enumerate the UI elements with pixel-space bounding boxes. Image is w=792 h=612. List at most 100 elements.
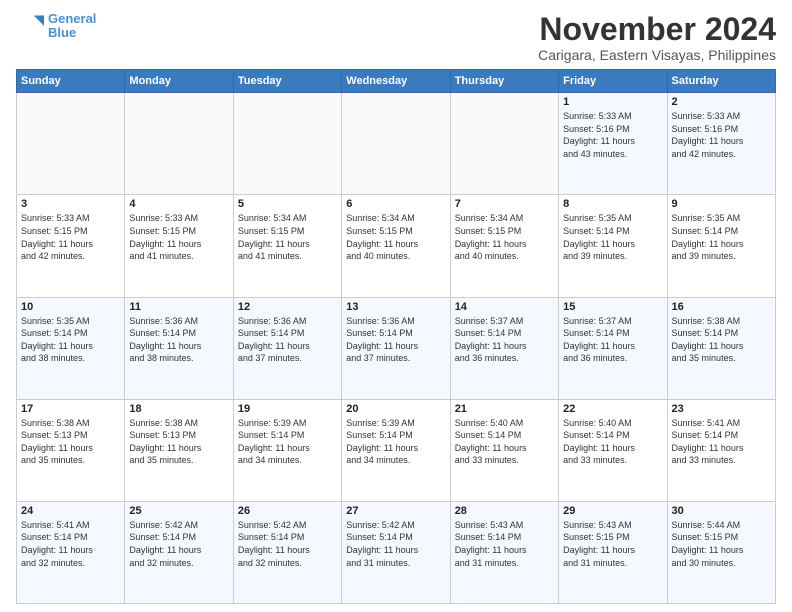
day-cell: 16 Sunrise: 5:38 AM Sunset: 5:14 PM Dayli… (667, 297, 775, 399)
logo-line2: Blue (48, 25, 76, 40)
day-cell: 29Sunrise: 5:43 AM Sunset: 5:15 PM Dayli… (559, 501, 667, 603)
day-cell: 19 Sunrise: 5:39 AM Sunset: 5:14 PM Dayli… (233, 399, 341, 501)
day-info: Sunrise: 5:36 AM Sunset: 5:14 PM Dayligh… (346, 315, 445, 365)
day-cell (342, 93, 450, 195)
col-header-monday: Monday (125, 70, 233, 93)
day-cell: 25 Sunrise: 5:42 AM Sunset: 5:14 PM Dayli… (125, 501, 233, 603)
day-cell: 21Sunrise: 5:40 AM Sunset: 5:14 PM Dayli… (450, 399, 558, 501)
day-number: 24 (21, 505, 120, 517)
day-cell (233, 93, 341, 195)
day-number: 26 (238, 505, 337, 517)
day-number: 4 (129, 198, 228, 210)
title-block: November 2024 Carigara, Eastern Visayas,… (538, 12, 776, 63)
day-info: Sunrise: 5:42 AM Sunset: 5:14 PM Dayligh… (238, 519, 337, 569)
day-number: 8 (563, 198, 662, 210)
day-info: Sunrise: 5:37 AM Sunset: 5:14 PM Dayligh… (455, 315, 554, 365)
day-info: Sunrise: 5:44 AM Sunset: 5:15 PM Dayligh… (672, 519, 771, 569)
day-cell: 9Sunrise: 5:35 AM Sunset: 5:14 PM Daylig… (667, 195, 775, 297)
day-info: Sunrise: 5:34 AM Sunset: 5:15 PM Dayligh… (455, 212, 554, 262)
day-number: 7 (455, 198, 554, 210)
day-cell: 17 Sunrise: 5:38 AM Sunset: 5:13 PM Dayli… (17, 399, 125, 501)
day-number: 5 (238, 198, 337, 210)
day-cell (450, 93, 558, 195)
day-cell: 4 Sunrise: 5:33 AM Sunset: 5:15 PM Daylig… (125, 195, 233, 297)
day-number: 20 (346, 403, 445, 415)
day-cell: 15 Sunrise: 5:37 AM Sunset: 5:14 PM Dayli… (559, 297, 667, 399)
week-row-4: 17 Sunrise: 5:38 AM Sunset: 5:13 PM Dayli… (17, 399, 776, 501)
day-number: 3 (21, 198, 120, 210)
week-row-3: 10 Sunrise: 5:35 AM Sunset: 5:14 PM Dayli… (17, 297, 776, 399)
day-info: Sunrise: 5:33 AM Sunset: 5:15 PM Dayligh… (129, 212, 228, 262)
day-cell: 26 Sunrise: 5:42 AM Sunset: 5:14 PM Dayli… (233, 501, 341, 603)
day-info: Sunrise: 5:35 AM Sunset: 5:14 PM Dayligh… (563, 212, 662, 262)
col-header-sunday: Sunday (17, 70, 125, 93)
day-number: 10 (21, 301, 120, 313)
day-info: Sunrise: 5:35 AM Sunset: 5:14 PM Dayligh… (21, 315, 120, 365)
day-cell: 13 Sunrise: 5:36 AM Sunset: 5:14 PM Dayli… (342, 297, 450, 399)
col-header-tuesday: Tuesday (233, 70, 341, 93)
day-cell (125, 93, 233, 195)
day-cell: 5Sunrise: 5:34 AM Sunset: 5:15 PM Daylig… (233, 195, 341, 297)
day-number: 14 (455, 301, 554, 313)
day-info: Sunrise: 5:33 AM Sunset: 5:16 PM Dayligh… (672, 110, 771, 160)
day-info: Sunrise: 5:39 AM Sunset: 5:14 PM Dayligh… (346, 417, 445, 467)
day-number: 1 (563, 96, 662, 108)
col-header-friday: Friday (559, 70, 667, 93)
week-row-2: 3 Sunrise: 5:33 AM Sunset: 5:15 PM Daylig… (17, 195, 776, 297)
day-cell: 10 Sunrise: 5:35 AM Sunset: 5:14 PM Dayli… (17, 297, 125, 399)
day-number: 16 (672, 301, 771, 313)
day-number: 19 (238, 403, 337, 415)
day-info: Sunrise: 5:33 AM Sunset: 5:16 PM Dayligh… (563, 110, 662, 160)
day-number: 22 (563, 403, 662, 415)
col-header-wednesday: Wednesday (342, 70, 450, 93)
day-info: Sunrise: 5:41 AM Sunset: 5:14 PM Dayligh… (21, 519, 120, 569)
day-cell: 7 Sunrise: 5:34 AM Sunset: 5:15 PM Daylig… (450, 195, 558, 297)
day-cell: 6Sunrise: 5:34 AM Sunset: 5:15 PM Daylig… (342, 195, 450, 297)
logo-line1: General (48, 11, 96, 26)
header: General Blue November 2024 Carigara, Eas… (16, 12, 776, 63)
day-info: Sunrise: 5:42 AM Sunset: 5:14 PM Dayligh… (129, 519, 228, 569)
day-info: Sunrise: 5:40 AM Sunset: 5:14 PM Dayligh… (563, 417, 662, 467)
day-number: 15 (563, 301, 662, 313)
day-cell: 1 Sunrise: 5:33 AM Sunset: 5:16 PM Daylig… (559, 93, 667, 195)
logo-text: General Blue (48, 12, 96, 41)
day-number: 30 (672, 505, 771, 517)
day-cell: 8 Sunrise: 5:35 AM Sunset: 5:14 PM Daylig… (559, 195, 667, 297)
day-cell: 24 Sunrise: 5:41 AM Sunset: 5:14 PM Dayli… (17, 501, 125, 603)
day-info: Sunrise: 5:42 AM Sunset: 5:14 PM Dayligh… (346, 519, 445, 569)
day-cell: 27 Sunrise: 5:42 AM Sunset: 5:14 PM Dayli… (342, 501, 450, 603)
day-cell: 28Sunrise: 5:43 AM Sunset: 5:14 PM Dayli… (450, 501, 558, 603)
day-cell: 2 Sunrise: 5:33 AM Sunset: 5:16 PM Daylig… (667, 93, 775, 195)
day-info: Sunrise: 5:37 AM Sunset: 5:14 PM Dayligh… (563, 315, 662, 365)
day-number: 25 (129, 505, 228, 517)
day-cell: 23 Sunrise: 5:41 AM Sunset: 5:14 PM Dayli… (667, 399, 775, 501)
location: Carigara, Eastern Visayas, Philippines (538, 47, 776, 63)
page: General Blue November 2024 Carigara, Eas… (0, 0, 792, 612)
day-cell: 20 Sunrise: 5:39 AM Sunset: 5:14 PM Dayli… (342, 399, 450, 501)
logo-icon (16, 12, 44, 40)
day-info: Sunrise: 5:38 AM Sunset: 5:13 PM Dayligh… (129, 417, 228, 467)
day-info: Sunrise: 5:38 AM Sunset: 5:13 PM Dayligh… (21, 417, 120, 467)
day-number: 17 (21, 403, 120, 415)
day-number: 23 (672, 403, 771, 415)
logo: General Blue (16, 12, 96, 41)
week-row-1: 1 Sunrise: 5:33 AM Sunset: 5:16 PM Daylig… (17, 93, 776, 195)
day-number: 27 (346, 505, 445, 517)
day-number: 2 (672, 96, 771, 108)
col-header-saturday: Saturday (667, 70, 775, 93)
day-number: 29 (563, 505, 662, 517)
day-cell: 22 Sunrise: 5:40 AM Sunset: 5:14 PM Dayli… (559, 399, 667, 501)
day-info: Sunrise: 5:38 AM Sunset: 5:14 PM Dayligh… (672, 315, 771, 365)
header-row: SundayMondayTuesdayWednesdayThursdayFrid… (17, 70, 776, 93)
day-number: 13 (346, 301, 445, 313)
day-info: Sunrise: 5:36 AM Sunset: 5:14 PM Dayligh… (238, 315, 337, 365)
day-number: 21 (455, 403, 554, 415)
day-number: 18 (129, 403, 228, 415)
day-info: Sunrise: 5:41 AM Sunset: 5:14 PM Dayligh… (672, 417, 771, 467)
day-info: Sunrise: 5:39 AM Sunset: 5:14 PM Dayligh… (238, 417, 337, 467)
day-info: Sunrise: 5:43 AM Sunset: 5:14 PM Dayligh… (455, 519, 554, 569)
calendar-table: SundayMondayTuesdayWednesdayThursdayFrid… (16, 69, 776, 604)
day-cell: 18 Sunrise: 5:38 AM Sunset: 5:13 PM Dayli… (125, 399, 233, 501)
day-cell: 14 Sunrise: 5:37 AM Sunset: 5:14 PM Dayli… (450, 297, 558, 399)
day-cell: 12Sunrise: 5:36 AM Sunset: 5:14 PM Dayli… (233, 297, 341, 399)
